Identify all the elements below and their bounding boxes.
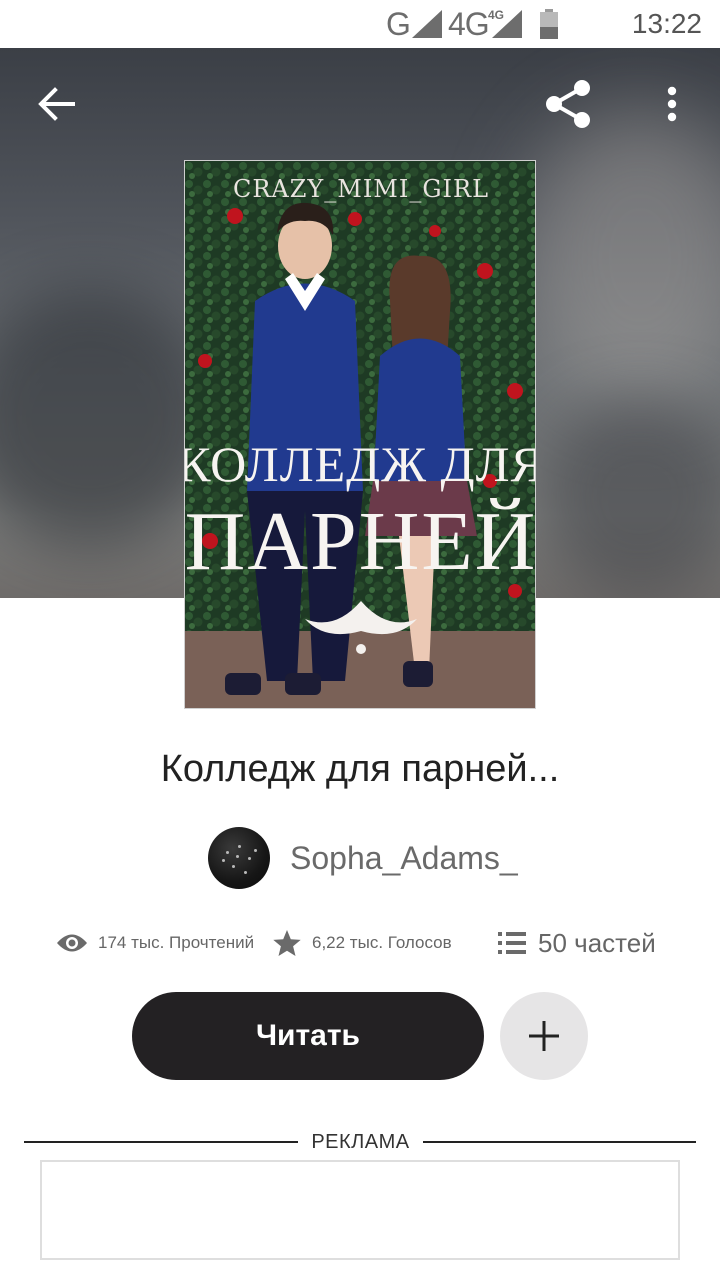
star-icon [273, 930, 301, 956]
back-button[interactable] [28, 80, 84, 128]
reads-count: 174 тыс. Прочтений [98, 933, 255, 952]
cover-title-line-1: КОЛЛЕДЖ ДЛЯ [185, 436, 536, 492]
reads-stat: 174 тыс. Прочтений [56, 920, 254, 966]
more-options-button[interactable] [652, 80, 692, 128]
arrow-left-icon [38, 87, 75, 121]
more-vertical-icon [667, 86, 677, 122]
battery-icon [540, 9, 558, 39]
share-button[interactable] [538, 76, 598, 132]
cover-watermark: CRAZY_MIMI_GIRL [233, 175, 489, 203]
network-type-label-2: 4G [448, 6, 490, 42]
author-name[interactable]: Sopha_Adams_ [290, 840, 518, 877]
plus-icon [529, 1021, 559, 1051]
eye-icon [57, 934, 87, 952]
story-stats: 174 тыс. Прочтений 6,22 тыс. Голосов 50 … [56, 920, 676, 966]
book-cover[interactable]: CRAZY_MIMI_GIRL КОЛЛЕДЖ ДЛЯ ПАРНЕЙ [184, 160, 536, 709]
signal-icon [412, 10, 442, 38]
clock: 13:22 [631, 8, 702, 39]
story-title: Колледж для парней... [160, 748, 560, 790]
share-icon [546, 80, 590, 128]
author-link[interactable]: Sopha_Adams_ [208, 826, 518, 890]
signal-icon-2 [492, 10, 522, 38]
cover-artwork: CRAZY_MIMI_GIRL КОЛЛЕДЖ ДЛЯ ПАРНЕЙ [185, 161, 536, 708]
ad-label: РЕКЛАМА [311, 1131, 410, 1153]
cover-title-line-2: ПАРНЕЙ [185, 495, 536, 588]
parts-count[interactable]: 50 частей [538, 928, 656, 959]
ad-divider-right [423, 1141, 696, 1143]
list-icon [498, 932, 526, 954]
status-bar: G 4G 4G 13:22 [0, 0, 720, 48]
votes-count: 6,22 тыс. Голосов [312, 933, 452, 952]
read-button[interactable]: Читать [132, 992, 484, 1080]
parts-stat[interactable]: 50 частей [498, 920, 656, 966]
author-avatar[interactable] [208, 827, 270, 889]
ad-divider-left [24, 1141, 298, 1143]
votes-stat: 6,22 тыс. Голосов [272, 920, 452, 966]
network-type-label: G [386, 6, 411, 42]
add-to-library-button[interactable] [500, 992, 588, 1080]
ad-banner[interactable] [40, 1160, 680, 1260]
